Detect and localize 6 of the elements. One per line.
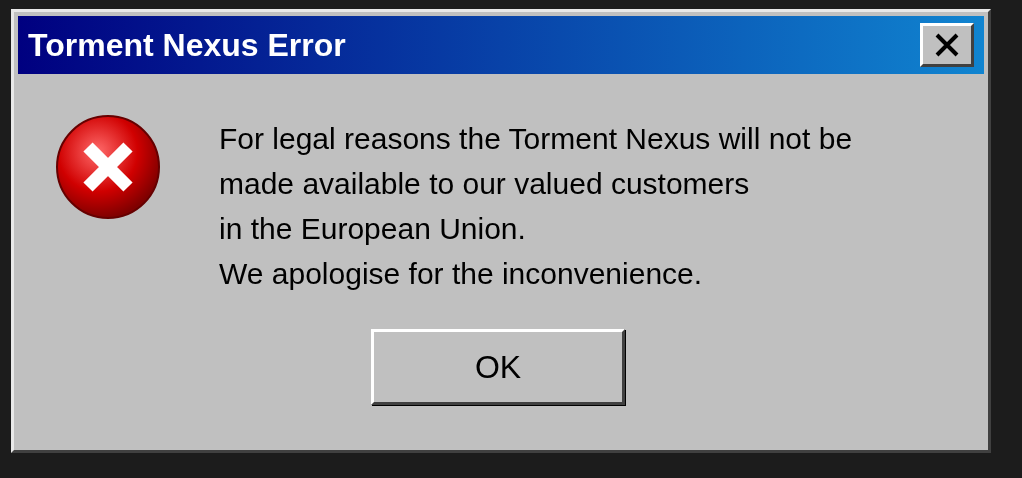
close-icon bbox=[934, 33, 960, 57]
error-icon bbox=[55, 114, 161, 220]
close-button[interactable] bbox=[920, 23, 974, 67]
window-title: Torment Nexus Error bbox=[28, 26, 346, 64]
ok-button[interactable]: OK bbox=[371, 329, 625, 405]
error-message: For legal reasons the Torment Nexus will not be made available to our valued customers in the European Union. We apologise for the inconvenience. bbox=[219, 121, 853, 292]
